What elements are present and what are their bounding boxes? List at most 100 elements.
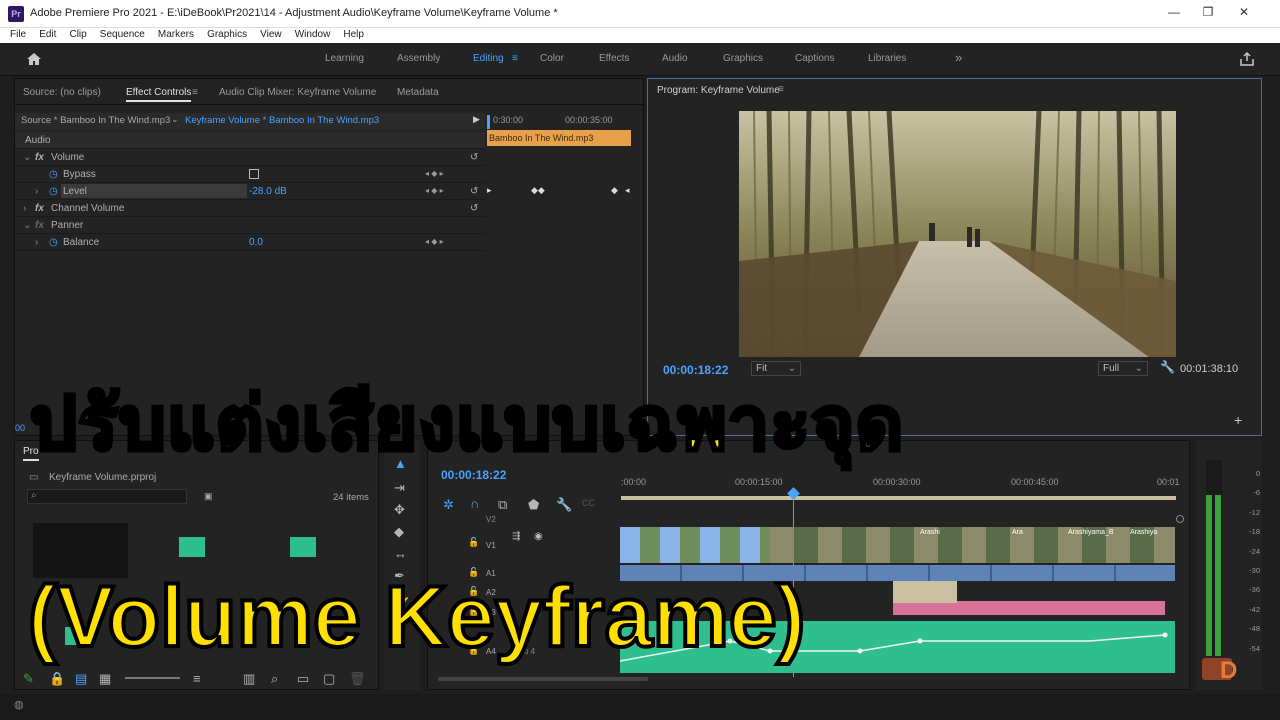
effect-volume-label: Volume (51, 152, 85, 163)
new-bin-icon[interactable]: ▣ (204, 491, 213, 502)
tab-audio-clip-mixer[interactable]: Audio Clip Mixer: Keyframe Volume (219, 87, 376, 98)
workspace-audio[interactable]: Audio (662, 53, 688, 64)
magnet-icon[interactable]: ∩ (470, 496, 479, 511)
project-search-input[interactable]: ⌕ (27, 489, 187, 504)
clip-v1-thumbnails[interactable] (770, 527, 1175, 563)
overlay-clip[interactable] (893, 581, 957, 603)
reset-icon[interactable]: ↺ (470, 186, 478, 197)
a2-clip[interactable] (893, 601, 1165, 615)
more-workspaces-icon[interactable]: » (955, 50, 962, 65)
keyframe-nav-icon[interactable]: ◂ ◆ ▸ (425, 186, 444, 195)
workspace-learning[interactable]: Learning (325, 53, 364, 64)
workspace-effects[interactable]: Effects (599, 53, 629, 64)
menu-graphics[interactable]: Graphics (207, 28, 247, 41)
master-clip-label[interactable]: Source * Bamboo In The Wind.mp3 (21, 115, 170, 126)
fx-icon[interactable]: fx (35, 220, 44, 231)
tab-menu-icon[interactable]: ≡ (192, 87, 198, 98)
ec-clip-bar[interactable]: Bamboo In The Wind.mp3 (487, 130, 631, 146)
keyframe-icon[interactable]: ◆ (611, 185, 618, 196)
effect-panner-row[interactable]: ⌄ fx Panner (15, 217, 485, 234)
keyframe-nav-icon[interactable]: ◂ ◆ ▸ (425, 237, 444, 246)
workspace-captions[interactable]: Captions (795, 53, 834, 64)
bypass-checkbox[interactable] (249, 169, 259, 179)
stopwatch-icon[interactable]: ◷ (49, 169, 58, 180)
add-button-icon[interactable]: + (1234, 412, 1242, 428)
reset-icon[interactable]: ↺ (470, 203, 478, 214)
keyframe-nav-icon[interactable]: ◂ ◆ ▸ (425, 169, 444, 178)
ripple-edit-tool-icon[interactable]: ✥ (394, 502, 405, 518)
razor-tool-icon[interactable]: ◆ (394, 524, 404, 540)
list-view-icon[interactable]: ▤ (75, 671, 87, 687)
reset-icon[interactable]: ↺ (470, 152, 478, 163)
new-bin-icon[interactable]: ▭ (297, 671, 309, 687)
audio-waveform-icon[interactable] (179, 537, 205, 557)
chevron-down-icon[interactable]: ⌄ (171, 114, 179, 125)
sequence-clip-label[interactable]: Keyframe Volume * Bamboo In The Wind.mp3 (185, 115, 379, 126)
minimize-icon[interactable]: — (1160, 5, 1188, 23)
sort-icon[interactable]: ≡ (193, 671, 201, 686)
menu-help[interactable]: Help (343, 28, 364, 41)
timeline-scrollbar[interactable] (438, 677, 648, 681)
zoom-slider[interactable] (125, 677, 180, 679)
ec-ruler[interactable]: 0:30:00 00:00:35:00 (487, 113, 643, 129)
maximize-icon[interactable]: ❐ (1194, 5, 1222, 23)
zoom-handle-icon[interactable] (1176, 515, 1184, 523)
collapse-chevron-icon[interactable]: ⌄ (23, 220, 31, 231)
expand-chevron-icon[interactable]: › (35, 186, 38, 197)
eye-icon[interactable]: ◉ (534, 531, 543, 542)
close-icon[interactable]: ✕ (1230, 5, 1258, 23)
collapse-chevron-icon[interactable]: ⌄ (23, 152, 31, 163)
menu-view[interactable]: View (260, 28, 282, 41)
find-icon[interactable]: ⌕ (271, 671, 278, 687)
workspace-menu-icon[interactable]: ≡ (512, 53, 518, 64)
workspace-libraries[interactable]: Libraries (868, 53, 906, 64)
menu-edit[interactable]: Edit (39, 28, 56, 41)
tab-effect-controls[interactable]: Effect Controls (126, 87, 192, 102)
level-value[interactable]: -28.0 dB (249, 186, 287, 197)
balance-value[interactable]: 0.0 (249, 237, 263, 248)
workspace-assembly[interactable]: Assembly (397, 53, 440, 64)
effect-channel-volume-row[interactable]: › fx Channel Volume ↺ (15, 200, 485, 217)
trash-icon[interactable]: 🗑 (349, 671, 366, 687)
v1-clip-strip[interactable]: Arashi Ara Arashiyama_B Arashiya (620, 527, 1175, 563)
tab-metadata[interactable]: Metadata (397, 87, 439, 98)
workspace-graphics[interactable]: Graphics (723, 53, 763, 64)
level-keyframe-track[interactable]: ▸ ◆◆ ◆ ◂ (487, 183, 643, 200)
stopwatch-icon[interactable]: ◷ (49, 237, 58, 248)
tab-source[interactable]: Source: (no clips) (23, 87, 101, 98)
slip-tool-icon[interactable]: ↔ (394, 546, 407, 561)
menu-clip[interactable]: Clip (69, 28, 86, 41)
play-icon[interactable]: ▶ (473, 114, 480, 125)
quality-dropdown[interactable]: Full ⌄ (1098, 361, 1148, 376)
panel-menu-icon[interactable]: ≡ (778, 84, 784, 95)
expand-chevron-icon[interactable]: › (23, 203, 26, 214)
effect-volume-row[interactable]: ⌄ fx Volume ↺ (15, 149, 485, 166)
ec-playhead[interactable] (487, 115, 490, 129)
new-item-icon[interactable]: ▢ (323, 671, 335, 687)
icon-view-icon[interactable]: ▦ (99, 671, 111, 687)
workspace-editing[interactable]: Editing (473, 53, 504, 64)
keyframe-icon[interactable]: ◆◆ (531, 185, 545, 196)
audio-waveform-icon[interactable] (290, 537, 316, 557)
lock-icon[interactable]: 🔒 (49, 671, 65, 687)
share-icon[interactable] (1239, 51, 1255, 67)
home-icon[interactable] (26, 52, 42, 66)
lock-icon[interactable]: 🔓 (468, 537, 479, 548)
captions-icon[interactable]: CC (582, 498, 595, 508)
menu-markers[interactable]: Markers (158, 28, 194, 41)
track-select-tool-icon[interactable]: ⇥ (394, 480, 405, 496)
menu-window[interactable]: Window (295, 28, 331, 41)
wrench-icon[interactable]: 🔧 (1160, 360, 1175, 374)
sync-icon[interactable]: ⇶ (512, 531, 520, 542)
workspace-color[interactable]: Color (540, 53, 564, 64)
expand-chevron-icon[interactable]: › (35, 237, 38, 248)
clip-v1-thumbnails[interactable] (620, 527, 770, 563)
fx-icon[interactable]: fx (35, 152, 44, 163)
program-title[interactable]: Program: Keyframe Volume (657, 85, 780, 96)
stopwatch-icon[interactable]: ◷ (49, 186, 58, 197)
pencil-icon[interactable]: ✎ (23, 671, 34, 687)
menu-file[interactable]: File (10, 28, 26, 41)
automate-icon[interactable]: ▥ (243, 671, 255, 687)
fx-icon[interactable]: fx (35, 203, 44, 214)
menu-sequence[interactable]: Sequence (100, 28, 145, 41)
